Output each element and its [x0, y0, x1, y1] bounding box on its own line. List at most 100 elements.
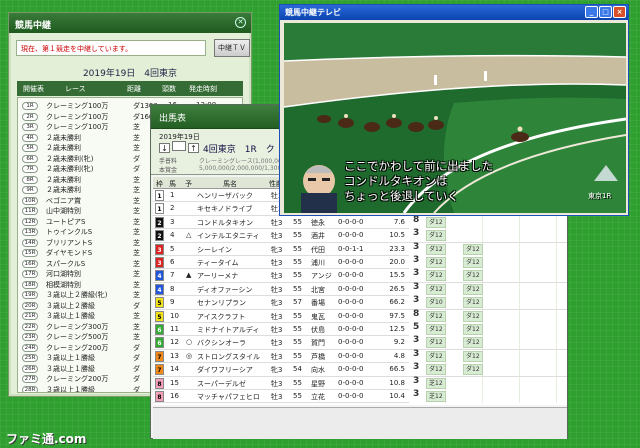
- entry-row[interactable]: 4 7 ▲ アーリーメナ 牡3 55 アンジ 0-0-0-0 15.5 3 ダ12 ダ12: [153, 269, 567, 283]
- weight: 55: [293, 351, 302, 360]
- horse-name: バクシンオーラ: [197, 339, 246, 348]
- waku-badge: 3: [155, 257, 164, 268]
- entry-row[interactable]: 5 9 セナンリプラン 牝3 57 番場 0-0-0-0 66.2 3 ダ10 ダ12: [153, 295, 567, 310]
- entry-table-body[interactable]: 11ヘンリーザバック牡355木幡12キセキノドライブ牡35523コンドルタキオン…: [153, 189, 567, 405]
- race-name: ２歳未勝利: [46, 175, 81, 184]
- horse-name: ダイワフリーシア: [197, 366, 253, 375]
- weight: 55: [293, 378, 302, 387]
- race-number-badge: 8R: [22, 175, 38, 184]
- past-results: 3 芝12: [409, 390, 567, 403]
- sex-age: 牝3: [271, 245, 283, 254]
- race-number-badge: 28R: [22, 385, 38, 392]
- waku-badge: 4: [155, 270, 164, 282]
- sex-age: 牝3: [271, 366, 283, 375]
- race-number-badge: 27R: [22, 375, 38, 383]
- weight: 55: [293, 217, 302, 226]
- umaban: 7: [170, 271, 175, 280]
- horse-name: ヘンリーザバック: [197, 192, 253, 200]
- info-value-1: クレーミングレース(1,000,000: [199, 158, 286, 165]
- record: 0-0-0-0: [338, 217, 364, 226]
- past-result-cell: ダ12: [463, 364, 483, 376]
- race-number-badge: 17R: [22, 270, 38, 278]
- horse-name: スーパーデルゼ: [197, 379, 246, 388]
- past-result-cell: ダ12: [463, 337, 483, 349]
- race-number-badge: 10R: [22, 196, 38, 205]
- tv-title-bar[interactable]: 競馬中継テレビ _ □ ×: [280, 5, 628, 20]
- prev-race-button[interactable]: ↓: [159, 143, 170, 153]
- record: 0-0-0-0: [338, 392, 364, 400]
- watermark: ファミ通.com: [6, 432, 87, 446]
- race-number-badge: 9R: [22, 186, 38, 194]
- minimize-icon[interactable]: _: [585, 6, 598, 18]
- maximize-icon[interactable]: □: [599, 6, 612, 18]
- race-name: 河口湖特別: [46, 270, 81, 278]
- past-results: 3 ダ12 ダ12: [409, 269, 567, 283]
- record: 0-0-0-0: [338, 284, 364, 293]
- record: 0-0-0-0: [338, 338, 364, 347]
- prediction-mark: ◎: [186, 351, 193, 360]
- entry-row[interactable]: 3 6 ティータイム 牡3 55 浦川 0-0-0-0 20.0 3 ダ12 ダ12: [153, 256, 567, 270]
- entry-row[interactable]: 3 5 シーレイン 牝3 55 代田 0-0-1-1 23.3 3 ダ12 ダ12: [153, 242, 567, 256]
- race-number-badge: 21R: [22, 312, 38, 320]
- past-result-cell: ダ12: [463, 270, 483, 282]
- past-result-cell: 芝12: [426, 391, 446, 402]
- entry-row[interactable]: 6 11 ミドナイトアルディ 牡3 55 伏島 0-0-0-0 12.5 5 ダ12 ダ12: [153, 323, 567, 337]
- race-distance: ダ: [133, 165, 140, 173]
- past-result-cell: ダ12: [426, 283, 446, 295]
- odds: 7.6: [393, 217, 405, 226]
- waku-badge: 7: [155, 364, 164, 376]
- umaban: 8: [170, 284, 175, 293]
- sex-age: 牡3: [271, 379, 283, 388]
- jockey: 酒井: [311, 232, 325, 241]
- umaban: 10: [170, 311, 179, 320]
- col-heads: 頭数: [162, 85, 176, 93]
- entry-row[interactable]: 2 3 コンドルタキオン 牡3 55 徳永 0-0-0-0 7.6 8 ダ12: [153, 215, 567, 230]
- race-name: クレーミング500万: [46, 333, 109, 341]
- past-result-cell: 3: [413, 362, 420, 373]
- close-icon[interactable]: ×: [613, 6, 626, 18]
- entry-row[interactable]: 5 10 アイスクラフト 牡3 55 鬼瓦 0-0-0-0 97.5 8 ダ12 ダ12: [153, 309, 567, 323]
- waku-badge: 4: [155, 283, 164, 295]
- horse-name: ミドナイトアルディ: [197, 326, 260, 334]
- past-results: 3 ダ12: [409, 229, 567, 243]
- race-name: ３歳以上１勝級: [46, 364, 95, 373]
- entry-row[interactable]: 7 13 ◎ ストロングスタイル 牡3 55 芦橋 0-0-0-0 4.8 3 ダ12 ダ12: [153, 349, 567, 364]
- race-name: ユートピアS: [46, 217, 86, 226]
- entry-row[interactable]: 2 4 △ インテルエタニティ 牡3 55 酒井 0-0-0-0 10.5 3 ダ12: [153, 229, 567, 243]
- race-name: ダイヤモンドS: [46, 249, 93, 257]
- entry-row[interactable]: 8 16 マッチャパフェヒロ 牡3 55 立花 0-0-0-0 10.4 3 芝12: [153, 390, 567, 404]
- race-name: ２歳未勝利(牝): [46, 154, 94, 163]
- close-icon[interactable]: ✕: [235, 17, 246, 28]
- next-race-button[interactable]: ↑: [188, 143, 199, 153]
- race-distance: 芝: [133, 249, 140, 257]
- entry-row[interactable]: 7 14 ダイワフリーシア 牝3 54 向水 0-0-0-0 66.5 3 ダ12 ダ12: [153, 362, 567, 377]
- race-name: ２歳未勝利: [46, 133, 81, 142]
- race-number-field[interactable]: [172, 141, 186, 151]
- race-distance: 芝: [133, 291, 140, 299]
- past-result-cell: 3: [413, 295, 420, 306]
- race-distance: 芝: [133, 217, 140, 226]
- race-number-badge: 6R: [22, 154, 38, 163]
- waku-badge: 2: [155, 216, 164, 228]
- entry-row[interactable]: 8 15 スーパーデルゼ 牡3 55 星野 0-0-0-0 10.8 3 芝12: [153, 376, 567, 390]
- weight: 55: [293, 271, 302, 280]
- odds: 97.5: [389, 311, 405, 320]
- col-prediction: 予: [185, 180, 192, 188]
- relay-tv-button[interactable]: 中継ＴＶ: [214, 39, 250, 57]
- jockey: 立花: [311, 393, 325, 401]
- past-result-cell: 3: [413, 389, 420, 399]
- entry-row[interactable]: 4 8 ディオファーシン 牡3 55 北宮 0-0-0-0 26.5 3 ダ12 ダ12: [153, 282, 567, 297]
- sex-age: 牡3: [271, 259, 283, 267]
- prediction-mark: △: [186, 231, 192, 240]
- entry-row[interactable]: 6 12 ○ バクシンオーラ 牡3 55 賀門 0-0-0-0 9.2 3 ダ12 ダ12: [153, 336, 567, 350]
- race-name: ３歳以上１勝級: [46, 312, 95, 320]
- race-distance: ダ: [133, 354, 140, 362]
- relay-title-bar[interactable]: 競馬中継 ✕: [9, 13, 251, 33]
- jockey: 徳永: [311, 218, 325, 227]
- sex-age: 牝3: [271, 299, 283, 308]
- race-distance: 芝: [133, 186, 140, 194]
- past-result-cell: ダ12: [426, 243, 446, 255]
- race-name: クレーミング100万: [46, 102, 109, 110]
- past-results: 3 ダ12 ダ12: [409, 336, 567, 350]
- race-distance: 芝: [133, 238, 140, 247]
